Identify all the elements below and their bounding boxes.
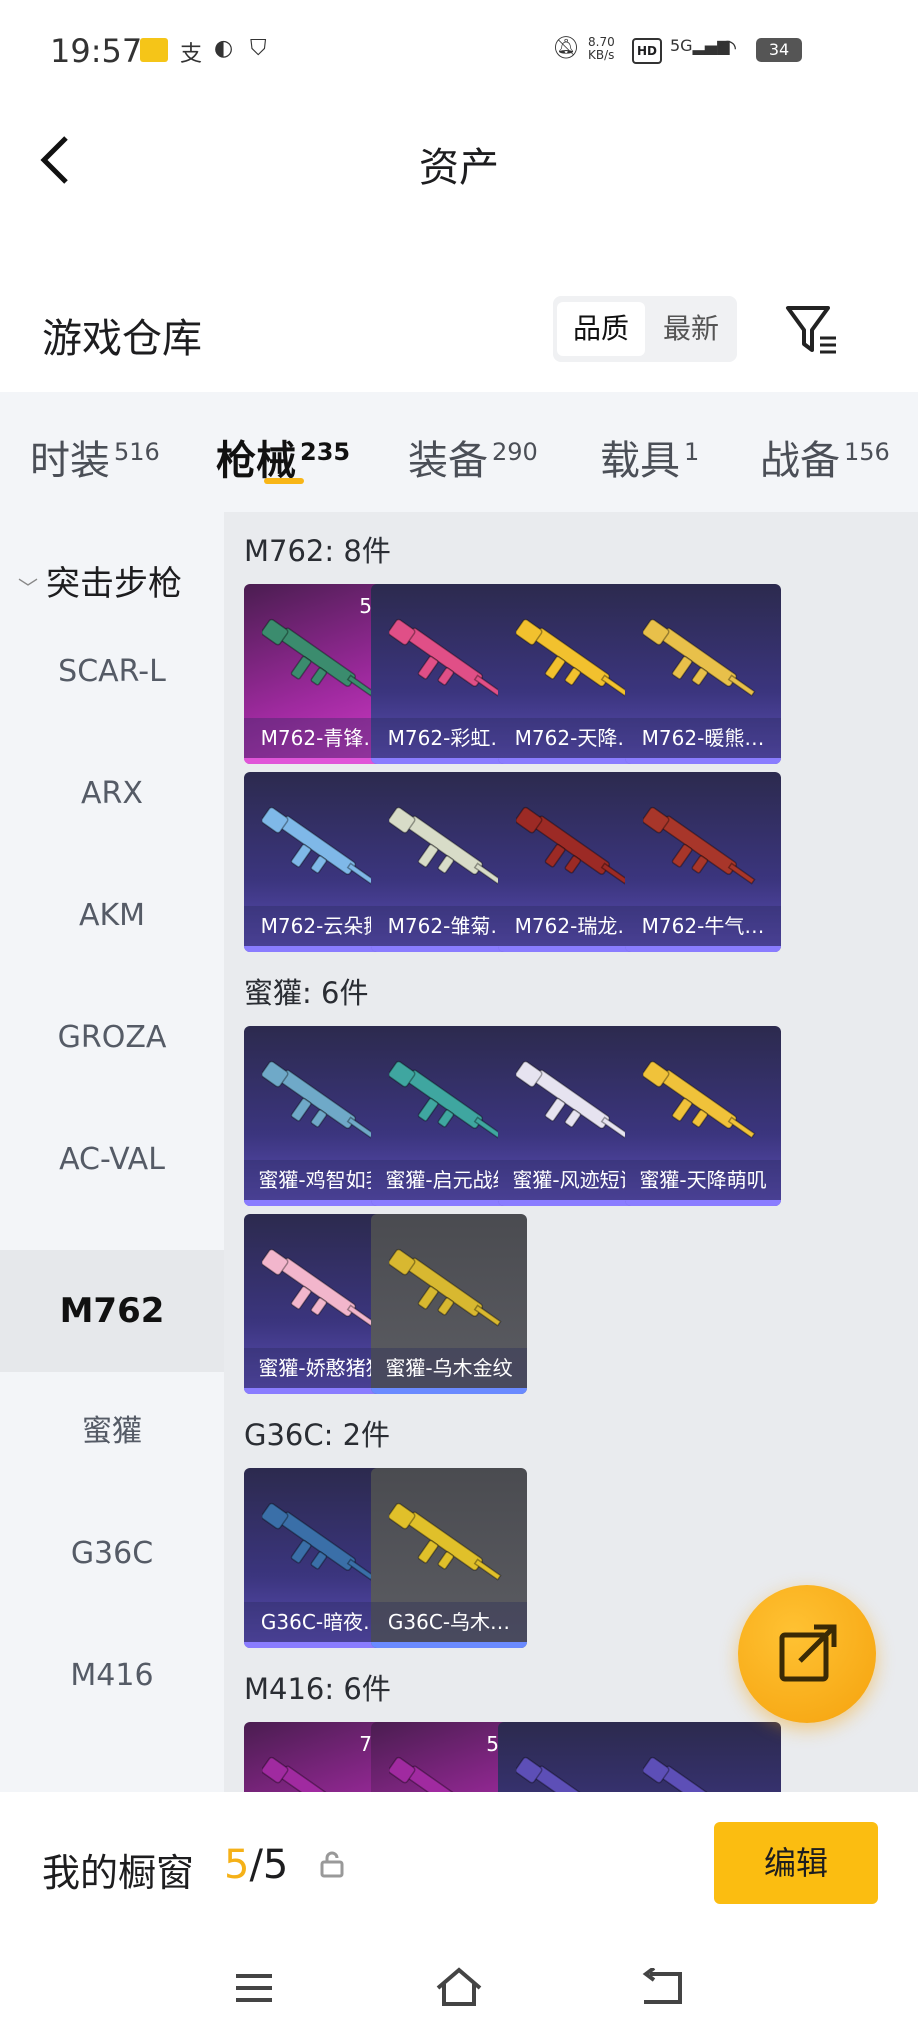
rarity-bar — [625, 758, 781, 764]
category-tabs: 时装 516 枪械 235 装备 290 载具 1 战备 156 — [0, 392, 918, 512]
sort-quality-button[interactable]: 品质 — [557, 302, 645, 356]
weapon-card[interactable]: 蜜獾-乌木金纹 — [371, 1214, 527, 1394]
rifle-icon — [516, 806, 629, 885]
edit-button[interactable]: 编辑 — [714, 1822, 878, 1904]
rifle-icon — [262, 1248, 375, 1327]
weapon-card[interactable] — [625, 1722, 781, 1792]
weapon-card[interactable]: M762-牛气… — [625, 772, 781, 952]
mute-icon: 🔕︎ — [552, 36, 580, 61]
weapon-card[interactable]: M762-暖熊… — [625, 584, 781, 764]
rifle-icon — [262, 1502, 375, 1581]
sidebar-item-ac-val[interactable]: AC-VAL — [0, 1100, 224, 1220]
hd-icon: HD — [632, 38, 662, 64]
sidebar-item-g36c[interactable]: G36C — [0, 1494, 224, 1614]
alipay-icon: 支 — [180, 42, 203, 67]
menu-icon[interactable] — [234, 1972, 274, 2004]
showcase-label: 我的橱窗 — [42, 1851, 195, 1895]
rifle-icon — [389, 806, 502, 885]
sort-toggle: 品质 最新 — [553, 296, 737, 362]
share-icon — [779, 1624, 837, 1682]
sidebar-item-arx[interactable]: ARX — [0, 734, 224, 854]
filter-icon — [786, 306, 836, 354]
rifle-icon — [389, 1756, 483, 1792]
rifle-icon — [516, 618, 629, 697]
rarity-bar — [371, 1642, 527, 1648]
rifle-icon — [389, 1502, 502, 1581]
rarity-bar — [371, 1388, 527, 1394]
network-speed: 8.70 KB/s — [588, 35, 615, 62]
weapon-sidebar: ﹀ 突击步枪 SCAR-L ARX AKM GROZA AC-VAL M762 蜜… — [0, 512, 224, 1792]
chevron-down-icon: ﹀ — [18, 576, 38, 600]
lock-icon — [318, 1850, 346, 1878]
wifi-icon: ◠ — [718, 36, 738, 61]
rarity-bar — [625, 946, 781, 952]
rifle-icon — [516, 1060, 629, 1139]
app-notification-icon — [140, 38, 168, 62]
weapon-card-label: 蜜獾-天降萌叽 — [625, 1160, 781, 1200]
sort-newest-button[interactable]: 最新 — [647, 302, 735, 356]
active-tab-indicator — [264, 478, 304, 484]
tab-fashion[interactable]: 时装 516 — [30, 428, 160, 486]
weapon-card-label: G36C-乌木… — [371, 1602, 527, 1642]
sidebar-category[interactable]: ﹀ 突击步枪 — [18, 556, 182, 605]
app-icon: ◐ — [214, 36, 234, 61]
rifle-icon — [643, 618, 756, 697]
rifle-icon — [389, 1248, 502, 1327]
sidebar-item-m416[interactable]: M416 — [0, 1616, 224, 1736]
back-nav-icon[interactable] — [640, 1968, 686, 2008]
weapon-card-label: M762-暖熊… — [625, 718, 781, 758]
status-bar: 19:57 支 ◐ ⛉ 🔕︎ 8.70 KB/s HD 5G▂▄▆ ◠ 34 — [0, 0, 918, 100]
rifle-icon — [389, 618, 502, 697]
rifle-icon — [643, 1060, 756, 1139]
section-header: M762: 8件 — [244, 534, 391, 568]
section-header: M416: 6件 — [244, 1672, 391, 1706]
tab-vehicles[interactable]: 载具 1 — [600, 428, 699, 486]
share-fab[interactable] — [738, 1585, 876, 1723]
sidebar-item-m762[interactable]: M762 — [0, 1250, 224, 1372]
shield-icon: ⛉ — [250, 36, 267, 61]
home-icon[interactable] — [434, 1966, 484, 2008]
rifle-icon — [262, 1756, 356, 1792]
weapon-card[interactable]: 蜜獾-天降萌叽 — [625, 1026, 781, 1206]
weapon-card[interactable]: G36C-乌木… — [371, 1468, 527, 1648]
rifle-icon — [262, 1060, 375, 1139]
section-header: 蜜獾: 6件 — [244, 976, 369, 1010]
rifle-icon — [262, 618, 375, 697]
sidebar-item-honey-badger[interactable]: 蜜獾 — [0, 1372, 224, 1492]
system-nav-bar — [0, 1932, 918, 2040]
sidebar-item-groza[interactable]: GROZA — [0, 978, 224, 1098]
rifle-icon — [389, 1060, 502, 1139]
filter-button[interactable] — [782, 300, 842, 360]
section-header: G36C: 2件 — [244, 1418, 391, 1452]
rifle-icon — [516, 1756, 610, 1792]
weapon-card-label: M762-牛气… — [625, 906, 781, 946]
sidebar-item-scar-l[interactable]: SCAR-L — [0, 612, 224, 732]
rifle-icon — [643, 1756, 737, 1792]
tab-supplies[interactable]: 战备 156 — [760, 428, 890, 486]
sidebar-item-akm[interactable]: AKM — [0, 856, 224, 976]
showcase-count: 5/5 — [224, 1842, 289, 1888]
status-time: 19:57 — [50, 32, 143, 70]
rifle-icon — [262, 806, 375, 885]
tab-equipment[interactable]: 装备 290 — [408, 428, 538, 486]
rifle-icon — [643, 806, 756, 885]
weapon-card-label: 蜜獾-乌木金纹 — [371, 1348, 527, 1388]
rarity-bar — [625, 1200, 781, 1206]
warehouse-title: 游戏仓库 — [42, 316, 202, 362]
battery-icon: 34 — [756, 38, 802, 62]
page-title: 资产 — [419, 145, 499, 191]
